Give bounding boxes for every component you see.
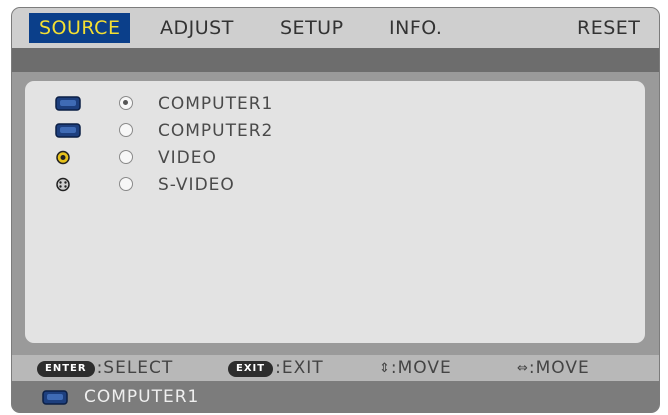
- radio-video[interactable]: [119, 150, 133, 164]
- source-item-computer2[interactable]: COMPUTER2: [25, 119, 425, 143]
- radio-computer2[interactable]: [119, 123, 133, 137]
- key-hint-bar: ENTER:SELECT EXIT:EXIT ⇕:MOVE ⇔:MOVE: [12, 355, 659, 381]
- svideo-jack-icon: [56, 177, 70, 192]
- projector-menu: SOURCE ADJUST SETUP INFO. RESET COMPUTER…: [11, 7, 660, 413]
- radio-s-video[interactable]: [119, 177, 133, 191]
- current-source-label: COMPUTER1: [84, 387, 200, 407]
- enter-key-icon: ENTER: [37, 361, 95, 377]
- source-label: COMPUTER2: [158, 121, 274, 141]
- up-down-arrows-icon: ⇕: [379, 361, 391, 376]
- exit-key-icon: EXIT: [228, 361, 274, 377]
- computer-port-icon: [55, 96, 81, 111]
- tab-divider: [12, 48, 659, 72]
- source-label: VIDEO: [158, 148, 217, 168]
- tab-adjust[interactable]: ADJUST: [160, 13, 234, 43]
- hint-move-vertical: ⇕:MOVE: [379, 357, 452, 380]
- hint-exit-label: :EXIT: [275, 358, 324, 378]
- hint-select: ENTER:SELECT: [37, 357, 173, 379]
- hint-select-label: :SELECT: [96, 358, 174, 378]
- hint-move-label: :MOVE: [390, 358, 452, 378]
- tab-info[interactable]: INFO.: [389, 13, 442, 43]
- computer-port-icon: [55, 123, 81, 138]
- tab-bar: SOURCE ADJUST SETUP INFO. RESET: [12, 8, 659, 48]
- computer-port-icon: [42, 390, 68, 405]
- hint-move-label: :MOVE: [528, 358, 590, 378]
- source-item-s-video[interactable]: S-VIDEO: [25, 173, 425, 197]
- source-item-computer1[interactable]: COMPUTER1: [25, 92, 425, 116]
- hint-exit: EXIT:EXIT: [228, 357, 324, 379]
- radio-computer1[interactable]: [119, 96, 133, 110]
- tab-reset[interactable]: RESET: [577, 13, 640, 43]
- source-panel: COMPUTER1 COMPUTER2 VIDEO S-VIDEO: [25, 81, 645, 343]
- left-right-arrows-icon: ⇔: [517, 361, 529, 376]
- hint-move-horizontal: ⇔:MOVE: [517, 357, 590, 380]
- source-label: COMPUTER1: [158, 94, 274, 114]
- source-item-video[interactable]: VIDEO: [25, 146, 425, 170]
- current-source-bar: COMPUTER1: [12, 381, 659, 412]
- video-jack-icon: [56, 150, 70, 165]
- tab-setup[interactable]: SETUP: [280, 13, 344, 43]
- source-label: S-VIDEO: [158, 175, 235, 195]
- tab-source[interactable]: SOURCE: [29, 13, 131, 43]
